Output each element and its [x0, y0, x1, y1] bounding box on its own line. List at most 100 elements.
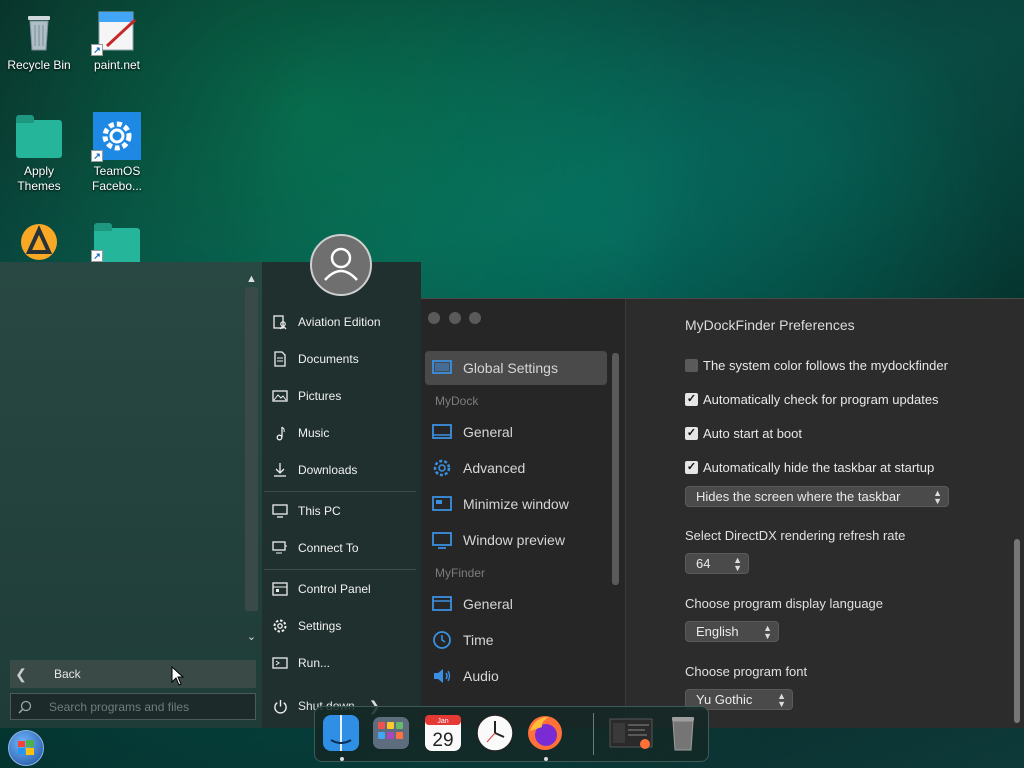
running-indicator [544, 757, 548, 761]
option-auto-hide-taskbar[interactable]: ✓ Automatically hide the taskbar at star… [685, 457, 934, 477]
start-item-downloads[interactable]: Downloads [266, 455, 416, 485]
select-value: 64 [696, 556, 711, 571]
language-select[interactable]: English ▲ ▼ [685, 621, 779, 642]
shortcut-arrow-icon: ↗ [91, 44, 103, 56]
scroll-up-icon[interactable]: ▲ [245, 273, 258, 285]
download-icon [266, 462, 294, 478]
start-item-control-panel[interactable]: Control Panel [266, 574, 416, 604]
select-value: English [696, 624, 739, 639]
nav-label: General [463, 424, 513, 440]
desktop-icon-recycle-bin[interactable]: Recycle Bin [0, 6, 81, 73]
nav-group-myfinder: MyFinder [435, 566, 486, 580]
nav-label: Time [463, 632, 494, 648]
power-icon [266, 699, 294, 714]
calendar-month: Jan [437, 718, 448, 725]
option-label: The system color follows the mydockfinde… [703, 357, 948, 373]
desktop-icon-label: TeamOS Facebo... [91, 164, 143, 193]
dock-minimized-window[interactable] [609, 713, 653, 753]
start-item-label: Music [298, 426, 330, 440]
back-button[interactable]: ❮ Back [10, 660, 256, 688]
option-auto-update[interactable]: ✓ Automatically check for program update… [685, 389, 939, 409]
recycle-bin-icon [15, 6, 63, 54]
dock-calendar[interactable]: Jan 29 [423, 713, 463, 753]
start-item-label: Connect To [298, 541, 359, 555]
dock-trash[interactable] [663, 713, 703, 753]
start-item-this-pc[interactable]: This PC [266, 496, 416, 526]
monitor-icon [425, 594, 459, 614]
desktop-icon-paint-net[interactable]: ↗ paint.net [75, 6, 159, 73]
window-maximize-button[interactable] [469, 312, 481, 324]
firefox-icon [528, 716, 562, 750]
user-avatar[interactable] [310, 234, 372, 296]
document-icon [266, 351, 294, 367]
preferences-window: Global Settings MyDock General Advanced … [421, 298, 1024, 728]
nav-global-settings[interactable]: Global Settings [425, 351, 607, 385]
desktop-icon-apply-themes[interactable]: Apply Themes [0, 112, 81, 194]
nav-mydock-minimize-window[interactable]: Minimize window [425, 487, 607, 521]
dock: Jan 29 [314, 706, 709, 762]
dock-clock[interactable] [475, 713, 515, 753]
network-icon [266, 540, 294, 556]
desktop-icon-label: Apply Themes [17, 164, 61, 193]
start-item-aviation-edition[interactable]: Aviation Edition [266, 307, 416, 337]
nav-mydock-general[interactable]: General [425, 415, 607, 449]
dock-launchpad[interactable] [371, 713, 411, 753]
nav-label: General [463, 596, 513, 612]
start-button[interactable] [8, 730, 44, 766]
checkbox-checked[interactable]: ✓ [685, 460, 698, 474]
checkbox-checked[interactable]: ✓ [685, 392, 698, 406]
option-system-color[interactable]: The system color follows the mydockfinde… [685, 355, 948, 375]
nav-group-mydock: MyDock [435, 394, 479, 408]
running-indicator [340, 757, 344, 761]
scroll-down-icon[interactable]: ⌄ [245, 630, 258, 643]
start-item-settings[interactable]: Settings [266, 611, 416, 641]
option-auto-start[interactable]: ✓ Auto start at boot [685, 423, 802, 443]
start-item-music[interactable]: Music [266, 418, 416, 448]
run-icon [266, 655, 294, 671]
dock-separator [593, 713, 594, 755]
nav-myfinder-time[interactable]: Time [425, 623, 607, 657]
dock-firefox[interactable] [525, 713, 565, 753]
monitor-icon [425, 422, 459, 442]
option-label: Automatically hide the taskbar at startu… [703, 459, 935, 475]
nav-label: Advanced [463, 460, 526, 476]
checkbox-checked[interactable]: ✓ [685, 426, 698, 440]
start-item-label: Documents [298, 352, 359, 366]
window-thumbnail-icon [609, 718, 653, 749]
checkbox-unchecked[interactable] [685, 358, 698, 372]
window-close-button[interactable] [428, 312, 440, 324]
refresh-rate-select[interactable]: 64 ▲ ▼ [685, 553, 749, 574]
nav-myfinder-audio[interactable]: Audio [425, 659, 607, 693]
start-item-label: Aviation Edition [298, 315, 381, 329]
clock-icon [425, 630, 459, 650]
start-item-label: Pictures [298, 389, 342, 403]
nav-myfinder-general[interactable]: General [425, 587, 607, 621]
window-title: MyDockFinder Preferences [685, 317, 855, 333]
desktop-icon-teamos[interactable]: ↗ TeamOS Facebo... [75, 112, 159, 194]
start-search-box[interactable] [10, 693, 256, 720]
preferences-sidebar: Global Settings MyDock General Advanced … [421, 299, 625, 728]
control-panel-icon [266, 581, 294, 597]
language-label: Choose program display language [685, 596, 884, 611]
content-scrollbar[interactable] [1014, 539, 1020, 723]
nav-mydock-window-preview[interactable]: Window preview [425, 523, 607, 557]
window-minimize-button[interactable] [449, 312, 461, 324]
shortcut-arrow-icon: ↗ [91, 250, 103, 262]
sidebar-scrollbar[interactable] [612, 353, 619, 585]
dock-finder[interactable] [321, 713, 361, 753]
programs-scrollbar[interactable] [245, 287, 258, 611]
start-item-run[interactable]: Run... [266, 648, 416, 678]
start-item-documents[interactable]: Documents [266, 344, 416, 374]
start-item-label: Downloads [298, 463, 358, 477]
preferences-content: MyDockFinder Preferences The system colo… [625, 299, 1024, 728]
nav-mydock-advanced[interactable]: Advanced [425, 451, 607, 485]
start-item-pictures[interactable]: Pictures [266, 381, 416, 411]
start-menu-divider [264, 569, 416, 570]
search-input[interactable] [49, 699, 255, 714]
finder-icon [323, 715, 359, 751]
shortcut-arrow-icon: ↗ [91, 150, 103, 162]
desktop-icon-label: paint.net [93, 58, 141, 72]
taskbar-mode-select[interactable]: Hides the screen where the taskbar ▲ ▼ [685, 486, 949, 507]
launchpad-icon [373, 717, 409, 749]
start-item-connect-to[interactable]: Connect To [266, 533, 416, 563]
